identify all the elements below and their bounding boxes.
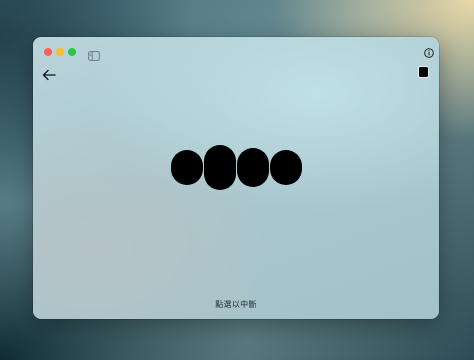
minimize-icon[interactable]	[56, 48, 64, 56]
title-bar	[33, 37, 439, 61]
sidebar-toggle-icon[interactable]	[88, 46, 100, 61]
stop-icon[interactable]	[419, 67, 428, 77]
voice-bar	[204, 145, 236, 190]
back-arrow-icon[interactable]	[42, 66, 56, 81]
app-window: 點選以中斷	[33, 37, 439, 319]
voice-bar	[270, 150, 302, 185]
close-icon[interactable]	[44, 48, 52, 56]
voice-activity-indicator[interactable]	[171, 145, 302, 190]
voice-bar	[171, 150, 203, 185]
info-icon[interactable]	[424, 43, 434, 58]
tap-to-interrupt-hint[interactable]: 點選以中斷	[33, 299, 439, 310]
voice-bar	[237, 148, 269, 187]
maximize-icon[interactable]	[68, 48, 76, 56]
